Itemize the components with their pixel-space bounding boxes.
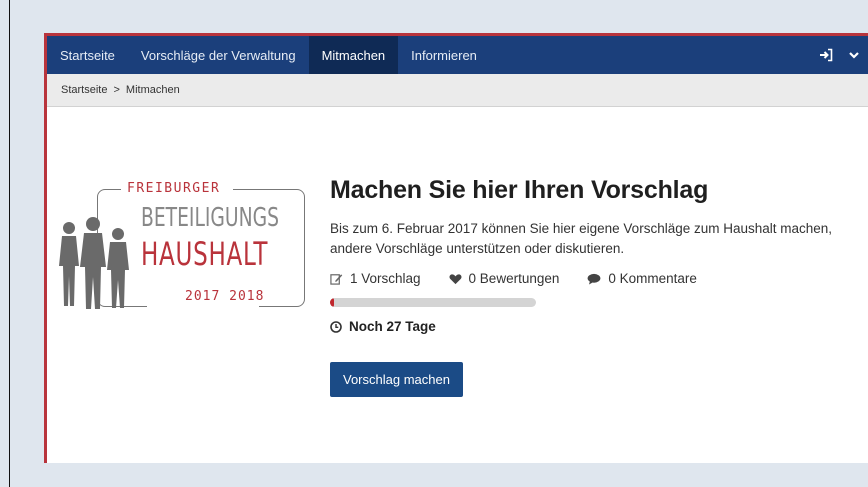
comments-count: 0 Kommentare: [608, 271, 697, 286]
nav-item-startseite[interactable]: Startseite: [47, 36, 128, 74]
make-proposal-button[interactable]: Vorschlag machen: [330, 362, 463, 397]
comment-icon: [587, 273, 601, 284]
main-navbar: Startseite Vorschläge der Verwaltung Mit…: [47, 36, 868, 74]
edit-icon: [330, 274, 343, 285]
stat-comments: 0 Kommentare: [587, 271, 697, 286]
logo-text-years: 2017 2018: [185, 289, 265, 304]
logo-text-haushalt: HAUSHALT: [141, 235, 269, 273]
nav-item-informieren[interactable]: Informieren: [398, 36, 490, 74]
proposals-count: 1 Vorschlag: [350, 271, 421, 286]
stat-proposals: 1 Vorschlag: [330, 271, 421, 286]
main-content: Machen Sie hier Ihren Vorschlag Bis zum …: [330, 176, 860, 397]
logo-text-freiburger: FREIBURGER: [127, 181, 221, 196]
breadcrumb-current: Mitmachen: [125, 84, 180, 96]
progress-bar-fill: [330, 298, 335, 307]
people-silhouettes-icon: [59, 217, 129, 309]
progress-bar: [330, 298, 536, 307]
breadcrumb: Startseite > Mitmachen: [47, 74, 868, 107]
sign-in-icon[interactable]: [818, 47, 834, 63]
nav-item-mitmachen[interactable]: Mitmachen: [308, 36, 399, 74]
beteiligungshaushalt-logo: FREIBURGER BETEILIGUNGS HAUSHALT 2017 20…: [57, 181, 317, 311]
page-title: Machen Sie hier Ihren Vorschlag: [330, 176, 709, 204]
nav-right-actions: [818, 36, 862, 74]
remaining-days-label: Noch 27 Tage: [349, 319, 436, 334]
browser-viewport: Startseite Vorschläge der Verwaltung Mit…: [44, 33, 868, 463]
breadcrumb-separator: >: [113, 84, 120, 96]
chevron-down-icon[interactable]: [846, 47, 862, 63]
stats-row: 1 Vorschlag 0 Bewertungen 0 Kommentare: [330, 271, 860, 286]
breadcrumb-home-link[interactable]: Startseite: [61, 84, 107, 96]
heart-icon: [449, 273, 462, 284]
logo-text-beteiligungs: BETEILIGUNGS: [141, 203, 280, 233]
ratings-count: 0 Bewertungen: [468, 271, 560, 286]
stat-ratings: 0 Bewertungen: [449, 271, 560, 286]
outer-frame-line: [9, 0, 10, 487]
intro-text: Bis zum 6. Februar 2017 können Sie hier …: [330, 221, 833, 256]
clock-icon: [330, 320, 342, 333]
remaining-days: Noch 27 Tage: [330, 319, 860, 334]
nav-item-vorschlaege-verwaltung[interactable]: Vorschläge der Verwaltung: [128, 36, 309, 74]
